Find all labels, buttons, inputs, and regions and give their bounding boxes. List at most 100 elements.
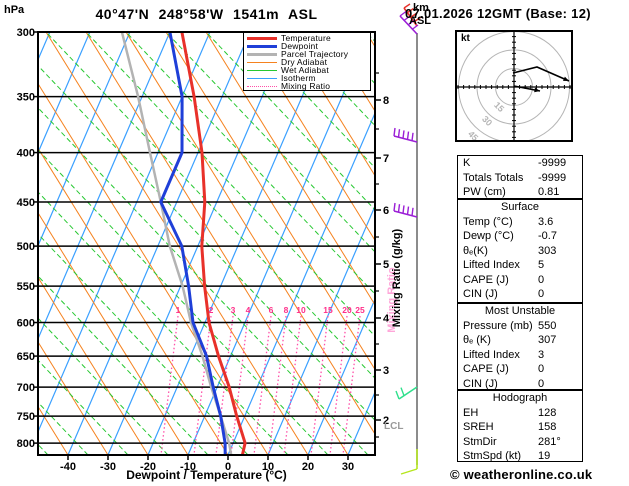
panel-row-label: Lifted Index: [463, 259, 520, 271]
legend-line-sample: [247, 61, 277, 63]
pressure-tick-label: 800: [17, 438, 35, 450]
wind-barb-feather: [393, 127, 396, 137]
sounding-page: 300 350 400 450 500 550 600 650 700 750 800 -40 -30-…: [0, 0, 629, 486]
km-tick-label: 8: [383, 95, 389, 107]
pressure-tick-label: 450: [17, 197, 35, 209]
panel-row-value: 19: [538, 450, 551, 462]
wind-barb-feather: [400, 387, 405, 396]
panel-group-indices: K -9999 Totals Totals -9999 PW (cm) 0.81: [457, 155, 583, 199]
legend-line-sample: [247, 77, 277, 79]
mixing-ratio-value-label: 3: [231, 305, 236, 315]
panel-row: Totals Totals -9999: [458, 171, 582, 186]
panel-row-label: SREH: [463, 421, 494, 433]
panel-row: Lifted Index 3: [458, 348, 582, 363]
panel-row-value: 5: [538, 259, 545, 271]
wind-barb-feather: [395, 390, 400, 400]
pressure-tick-label: 300: [17, 27, 35, 39]
km-tick-label: 3: [383, 365, 389, 377]
legend-item-label: Mixing Ratio: [281, 81, 331, 91]
panel-row: K -9999: [458, 156, 582, 171]
panel-row-value: 0: [538, 273, 545, 286]
panel-row-value: 0.81: [538, 186, 560, 198]
wind-barb-feather: [411, 207, 414, 216]
wind-barb-feather: [397, 129, 401, 138]
legend-line-sample: [247, 85, 277, 87]
panel-row-value: 128: [538, 406, 557, 419]
km-tick-label: 6: [383, 205, 389, 217]
panel-row-value: 307: [538, 334, 557, 346]
panel-row-value: -0.7: [538, 230, 557, 242]
panel-row-label: CIN (J): [463, 288, 498, 300]
hodograph-ring-label: 30: [480, 114, 494, 128]
legend-line-sample: [247, 36, 277, 40]
panel-row-value: 0: [538, 363, 545, 375]
mixing-ratio-axis-title: Mixing Ratio (g/kg): [391, 228, 403, 328]
mixing-ratio-value-label: 4: [246, 305, 251, 315]
wind-barb-feather: [397, 204, 401, 213]
mixing-ratio-value-label: 2: [209, 305, 214, 315]
panel-row-value: 3.6: [538, 215, 554, 228]
wind-barb-feather: [402, 205, 405, 214]
wind-barb: [395, 386, 418, 400]
panel-row-label: StmSpd (kt): [463, 450, 522, 462]
lcl-label: LCL: [384, 421, 404, 432]
panel-row: StmDir 281°: [458, 435, 582, 450]
panel-row-label: PW (cm): [463, 186, 506, 198]
panel-group-most-unstable: Most Unstable Pressure (mb) 550 θₑ (K) 307 Li…: [457, 303, 583, 390]
panel-row-label: K: [463, 157, 471, 169]
panel-row: Temp (°C) 3.6: [458, 215, 582, 230]
wind-barb-feather: [411, 132, 414, 141]
panel-row: CIN (J) 0: [458, 377, 582, 392]
panel-row: EH 128: [458, 406, 582, 421]
hodograph-box: 15 30 45: [455, 30, 573, 144]
panel-group-header: Most Unstable: [484, 305, 556, 317]
mixing-ratio-value-label: 10: [296, 305, 306, 315]
height-unit-km-label: km: [413, 2, 429, 14]
legend-line-sample: [247, 69, 277, 71]
panel-row-label: CAPE (J): [463, 273, 509, 286]
panel-row-value: -9999: [538, 157, 567, 169]
panel-row-value: 3: [538, 348, 545, 361]
hodograph-unit-label: kt: [461, 33, 470, 44]
panel-row-label: CIN (J): [463, 377, 498, 390]
panel-row: CAPE (J) 0: [458, 362, 582, 377]
pressure-tick-label: 500: [17, 241, 35, 253]
wind-barb-feather: [400, 468, 418, 475]
pressure-tick-label: 700: [17, 382, 35, 394]
panel-row: Dewp (°C) -0.7: [458, 229, 582, 244]
page-title: 40°47'N 248°58'W 1541m ASL: [95, 6, 318, 22]
wind-barb-shaft: [393, 135, 418, 143]
panel-row-label: Totals Totals: [463, 171, 524, 184]
panel-group-header: Hodograph: [492, 392, 548, 404]
wind-barb-feather: [402, 130, 405, 139]
panel-row: CAPE (J) 0: [458, 273, 582, 288]
panel-row-label: θₑ (K): [463, 334, 491, 346]
hodograph-ring-label: 45: [466, 129, 480, 140]
panel-row: Lifted Index 5: [458, 258, 582, 273]
panel-row-label: Lifted Index: [463, 348, 520, 361]
panel-row-label: Dewp (°C): [463, 230, 514, 242]
mixing-ratio-value-label: 15: [323, 305, 333, 315]
hodograph-trace-upper: [512, 66, 570, 82]
pressure-unit-label: hPa: [4, 4, 25, 16]
panel-row-value: 303: [538, 244, 557, 257]
panel-row-value: 0: [538, 288, 545, 300]
pressure-tick-label: 650: [17, 351, 35, 363]
height-unit-asl-label: ASL: [409, 15, 431, 27]
panel-group-header: Surface: [501, 201, 539, 213]
panel-row-label: θₑ(K): [463, 244, 488, 257]
panel-row: StmSpd (kt) 19: [458, 449, 582, 464]
wind-barb: [393, 202, 418, 218]
panel-row-value: 0: [538, 377, 545, 390]
wind-barb-feather: [406, 206, 410, 215]
panel-row: Pressure (mb) 550: [458, 319, 582, 334]
mixing-ratio-value-label: 8: [284, 305, 289, 315]
wind-barb-shaft: [393, 210, 418, 218]
mixing-ratio-value-label: 1: [176, 305, 181, 315]
wind-barb: [400, 449, 418, 475]
hodograph-ring-label: 15: [492, 100, 506, 114]
wet-adiabat-line: [0, 32, 8, 455]
panel-group-surface: Surface Temp (°C) 3.6 Dewp (°C) -0.7 θₑ(K) 303…: [457, 199, 583, 303]
panel-row: PW (cm) 0.81: [458, 185, 582, 200]
x-axis-title: Dewpoint / Temperature (°C): [126, 468, 287, 482]
